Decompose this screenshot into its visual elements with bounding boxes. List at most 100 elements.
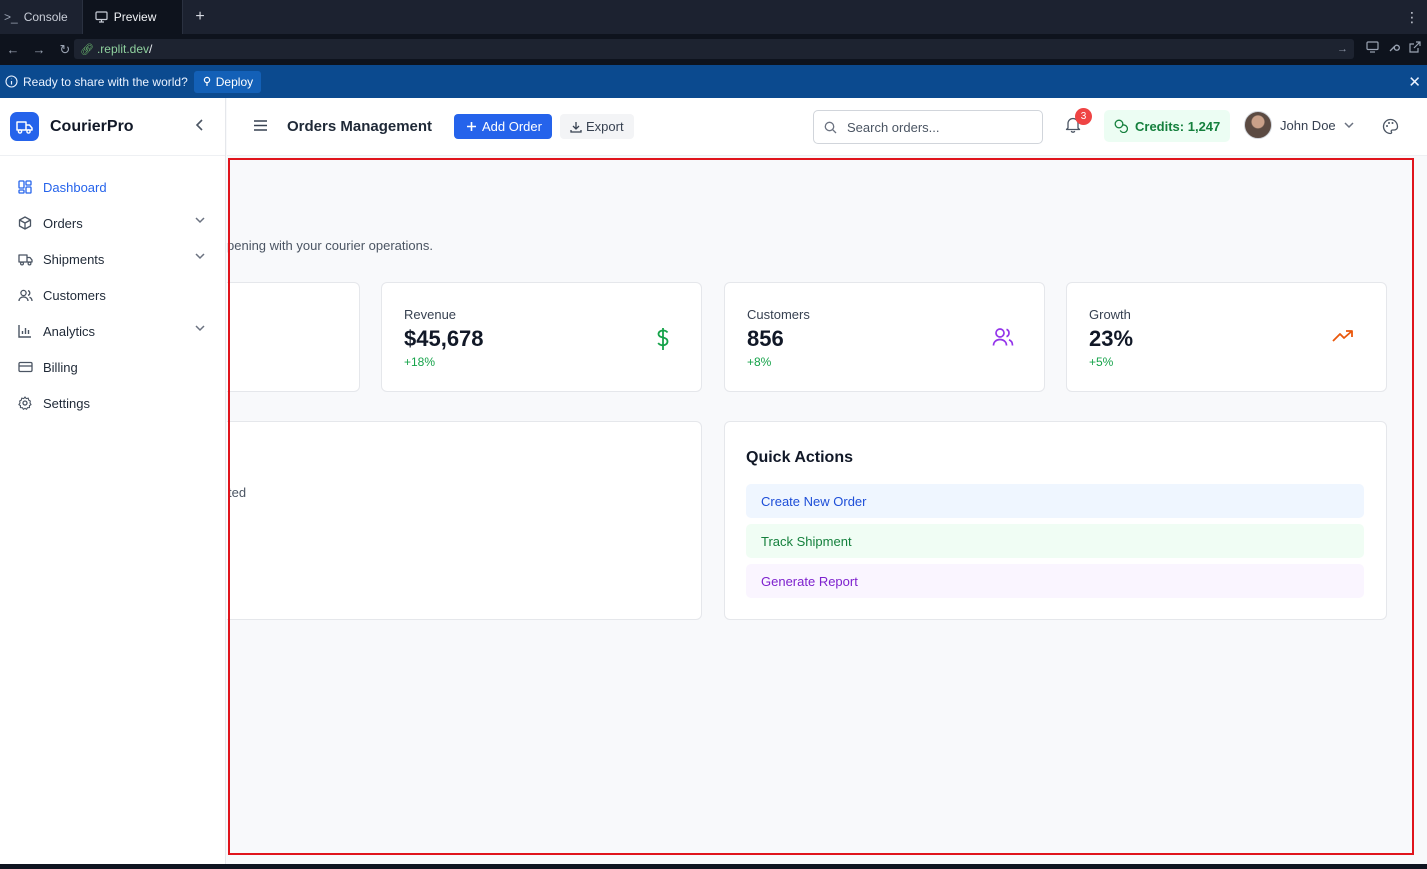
create-order-button[interactable]: Create New Order — [746, 484, 1364, 518]
browser-tabbar: >_ Console Preview + ⋮ — [0, 0, 1427, 34]
address-bar: ← → ↻ 🔗︎ .replit.dev / → — [0, 34, 1427, 65]
sidebar-item-label: Analytics — [43, 323, 96, 339]
banner-message: Ready to share with the world? — [23, 74, 188, 89]
credits-label: Credits: 1,247 — [1135, 118, 1221, 134]
url-domain: .replit.dev — [96, 42, 149, 56]
wrench-icon[interactable] — [1388, 41, 1400, 53]
search-icon — [824, 121, 837, 134]
sidebar-item-label: Shipments — [43, 251, 105, 267]
quick-actions-card: Quick Actions Create New Order Track Shi… — [724, 421, 1387, 620]
chevron-down-icon[interactable] — [195, 217, 205, 224]
sidebar-item-label: Dashboard — [43, 179, 107, 195]
stat-label: Customers — [747, 307, 810, 322]
export-button[interactable]: Export — [560, 114, 634, 139]
add-order-label: Add Order — [482, 119, 542, 134]
sidebar-item-billing[interactable]: Billing — [0, 349, 225, 385]
menu-icon[interactable] — [253, 119, 268, 132]
quick-actions-title: Quick Actions — [746, 449, 853, 466]
page-title: Orders Management — [287, 118, 433, 135]
terminal-icon: >_ — [4, 10, 18, 24]
stat-card-revenue: Revenue $45,678 +18% — [381, 282, 702, 392]
export-label: Export — [586, 119, 624, 134]
brand-name: CourierPro — [50, 117, 134, 135]
users-icon — [18, 289, 34, 302]
user-name: John Doe — [1280, 117, 1336, 133]
tab-console[interactable]: >_ Console — [0, 0, 82, 34]
stat-value: 23% — [1089, 326, 1134, 351]
stat-change: +8% — [747, 355, 772, 369]
url-field[interactable]: 🔗︎ .replit.dev / → — [74, 39, 1354, 59]
sidebar: CourierPro Dashboard Orders Shipments Cu… — [0, 98, 226, 864]
download-icon — [570, 121, 582, 133]
plus-icon — [466, 121, 477, 132]
external-link-icon[interactable] — [1409, 41, 1421, 53]
address-tools — [1366, 41, 1421, 53]
chevron-down-icon[interactable] — [195, 325, 205, 332]
sidebar-item-analytics[interactable]: Analytics — [0, 313, 225, 349]
notification-badge: 3 — [1075, 108, 1092, 125]
tab-console-label: Console — [23, 10, 68, 24]
more-vert-icon[interactable]: ⋮ — [1405, 9, 1419, 26]
search-input[interactable] — [847, 119, 1027, 135]
devices-icon[interactable] — [1366, 41, 1379, 53]
url-path: / — [149, 42, 153, 56]
close-icon[interactable]: ✕ — [1408, 73, 1421, 91]
add-order-button[interactable]: Add Order — [454, 114, 552, 139]
stat-label: Revenue — [404, 307, 457, 322]
user-menu[interactable]: John Doe — [1244, 111, 1354, 139]
bar-chart-icon — [18, 324, 34, 338]
info-icon — [0, 75, 22, 88]
link-icon: 🔗︎ — [80, 43, 94, 56]
preview-icon — [95, 11, 108, 23]
sidebar-item-settings[interactable]: Settings — [0, 385, 225, 421]
sidebar-item-customers[interactable]: Customers — [0, 277, 225, 313]
search-box[interactable] — [813, 110, 1043, 144]
sidebar-item-orders[interactable]: Orders — [0, 205, 225, 241]
chevron-down-icon[interactable] — [195, 253, 205, 260]
stat-change: +18% — [404, 355, 436, 369]
bottom-strip — [0, 864, 1427, 869]
page-subtitle: pening with your courier operations. — [227, 238, 433, 253]
package-icon — [227, 283, 359, 305]
track-shipment-button[interactable]: Track Shipment — [746, 524, 1364, 558]
tab-preview[interactable]: Preview — [81, 0, 184, 34]
stat-value: 856 — [747, 326, 784, 351]
sidebar-item-label: Orders — [43, 215, 83, 231]
users-icon — [992, 327, 1014, 347]
sidebar-item-dashboard[interactable]: Dashboard — [0, 169, 225, 205]
credit-card-icon — [18, 361, 34, 373]
brand: CourierPro — [0, 98, 225, 156]
dollar-icon — [655, 327, 671, 351]
stat-card-customers: Customers 856 +8% — [724, 282, 1045, 392]
new-tab-button[interactable]: + — [183, 8, 216, 26]
back-icon[interactable]: ← — [0, 42, 26, 57]
dashboard-icon — [18, 180, 34, 194]
credits-badge[interactable]: Credits: 1,247 — [1104, 110, 1231, 142]
generate-report-button[interactable]: Generate Report — [746, 564, 1364, 598]
tab-preview-label: Preview — [113, 10, 157, 24]
stat-card-growth: Growth 23% +5% — [1066, 282, 1387, 392]
avatar — [1244, 111, 1272, 139]
sidebar-item-shipments[interactable]: Shipments — [0, 241, 225, 277]
deploy-button[interactable]: Deploy — [193, 70, 262, 93]
go-arrow-icon[interactable]: → — [1337, 43, 1348, 55]
gear-icon — [18, 396, 34, 410]
chevron-left-icon[interactable] — [195, 118, 205, 132]
stat-card-orders — [227, 282, 360, 392]
truck-icon — [18, 253, 34, 266]
sidebar-item-label: Settings — [43, 395, 90, 411]
app-root: CourierPro Dashboard Orders Shipments Cu… — [0, 98, 1427, 864]
sidebar-nav: Dashboard Orders Shipments Customers Ana… — [0, 156, 225, 421]
forward-icon[interactable]: → — [26, 42, 52, 57]
dashboard-content: pening with your courier operations. Rev… — [227, 157, 1427, 864]
stat-change: +5% — [1089, 355, 1114, 369]
deploy-banner: Ready to share with the world? Deploy ✕ — [0, 65, 1427, 98]
sidebar-item-label: Customers — [43, 287, 106, 303]
stat-value: $45,678 — [404, 326, 484, 351]
activity-text: ted — [228, 485, 247, 500]
package-icon — [18, 216, 34, 230]
palette-icon[interactable] — [1382, 118, 1399, 135]
recent-activity-card: ted — [227, 421, 702, 620]
deploy-label: Deploy — [215, 74, 254, 89]
stat-label: Growth — [1089, 307, 1131, 322]
